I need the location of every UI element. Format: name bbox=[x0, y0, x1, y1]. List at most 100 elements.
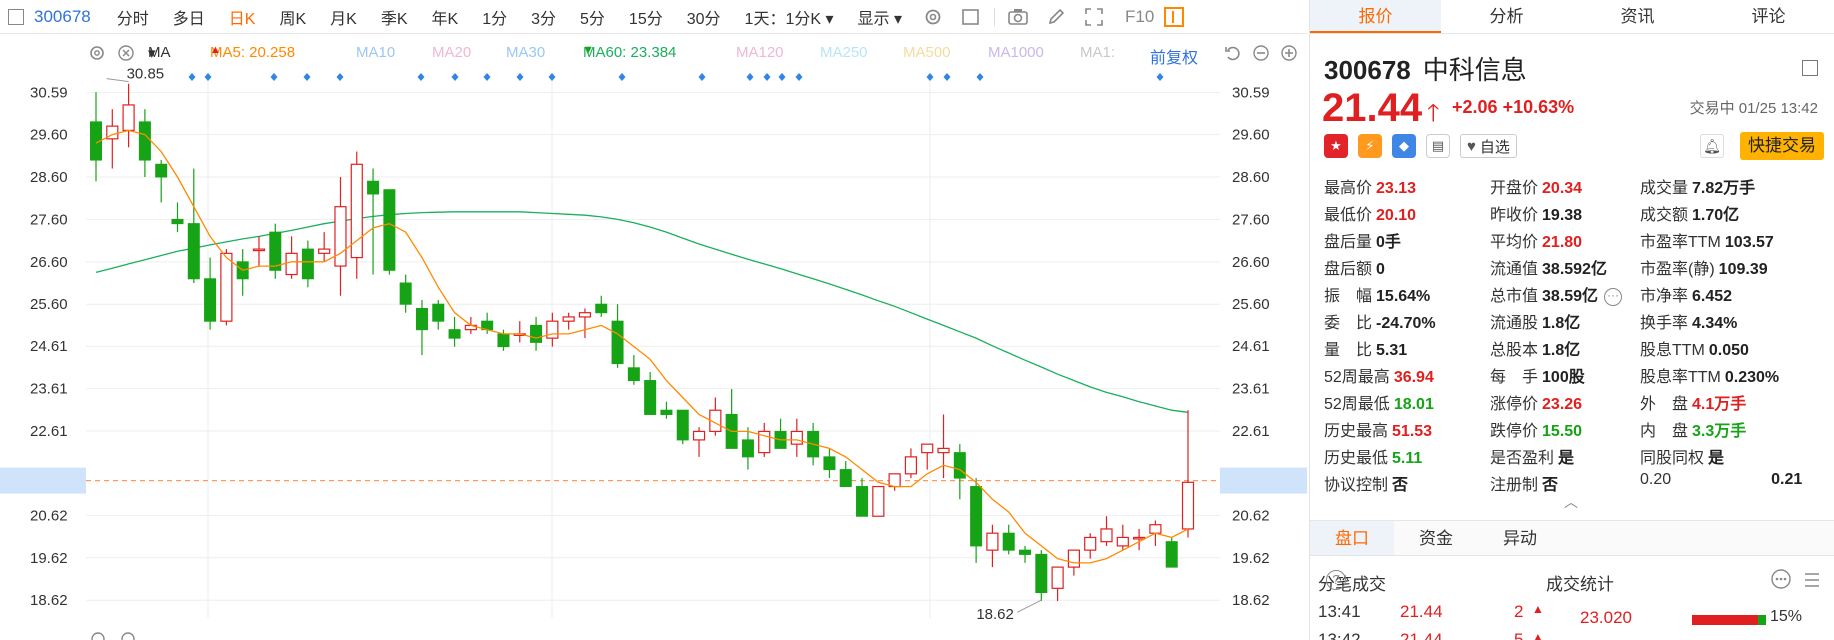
quote-cell: 跌停价 15.50 bbox=[1490, 417, 1582, 441]
china-flag-icon[interactable]: ★ bbox=[1324, 134, 1348, 158]
period-tab-5[interactable]: 季K bbox=[369, 5, 420, 29]
quote-label: 0.20 bbox=[1640, 471, 1672, 488]
candle-body bbox=[1019, 549, 1032, 555]
ma60-value: MA60: 23.384 bbox=[583, 44, 677, 61]
chevron-up-icon[interactable]: ︿ bbox=[1564, 492, 1578, 512]
ma10-label[interactable]: MA10 bbox=[356, 44, 395, 61]
ma120-label[interactable]: MA120 bbox=[736, 44, 784, 61]
zoom-out-icon[interactable] bbox=[1252, 44, 1270, 66]
quote-label: 市净率 bbox=[1640, 288, 1689, 305]
quote-label: 流通值 bbox=[1490, 261, 1539, 278]
draw-box-icon[interactable] bbox=[960, 6, 982, 28]
more-icon[interactable] bbox=[1770, 568, 1792, 595]
ma250-label[interactable]: MA250 bbox=[820, 44, 868, 61]
stats-price: 23.020 bbox=[1580, 608, 1632, 627]
quote-value: 7.82万手 bbox=[1692, 180, 1756, 197]
add-watchlist-button[interactable]: ♥ 自选 bbox=[1460, 134, 1517, 158]
ma-selector[interactable]: MA ▾ bbox=[148, 44, 171, 62]
kline-chart-canvas[interactable]: 30.59 30.59 29.60 29.60 28.60 28.60 27.60 27.60… bbox=[0, 35, 1307, 640]
sub-tab-0[interactable]: 盘口 bbox=[1310, 521, 1394, 555]
quote-label: 52周最低 bbox=[1324, 396, 1390, 413]
period-tab-3[interactable]: 周K bbox=[267, 5, 318, 29]
quote-label: 成交量 bbox=[1640, 180, 1689, 197]
period-tab-9[interactable]: 5分 bbox=[568, 5, 617, 29]
quote-cell: 52周最高 36.94 bbox=[1324, 363, 1434, 387]
period-tab-8[interactable]: 3分 bbox=[519, 5, 568, 29]
divider bbox=[994, 7, 996, 26]
panel-toggle-icon[interactable] bbox=[1164, 6, 1185, 27]
quote-value: 18.01 bbox=[1393, 396, 1434, 413]
quote-cell: 平均价 21.80 bbox=[1490, 228, 1582, 252]
ma20-label[interactable]: MA20 bbox=[432, 44, 471, 61]
quote-label: 最低价 bbox=[1324, 207, 1373, 224]
layout-icon[interactable] bbox=[1802, 60, 1818, 76]
quote-label: 52周最高 bbox=[1324, 369, 1390, 386]
quote-cell: 最高价 23.13 bbox=[1324, 174, 1416, 198]
period-tab-4[interactable]: 月K bbox=[318, 5, 369, 29]
quote-cell: 0.20 0.21 bbox=[1640, 471, 1802, 489]
lightning-icon[interactable]: ⚡ bbox=[1358, 134, 1382, 158]
quote-label: 振 幅 bbox=[1324, 288, 1373, 305]
undo-icon[interactable] bbox=[1224, 44, 1242, 66]
f10-button[interactable]: F10 bbox=[1125, 7, 1154, 27]
event-marker-icon bbox=[303, 73, 311, 81]
kline-chart[interactable]: 30.59 30.59 29.60 29.60 28.60 28.60 27.60 27.60… bbox=[0, 35, 1307, 640]
event-marker-icon bbox=[204, 73, 212, 81]
interval-label: 1天：1分K bbox=[744, 10, 822, 28]
quote-value: 1.8亿 bbox=[1542, 342, 1581, 359]
trading-status: 交易中 01/25 13:42 bbox=[1689, 100, 1818, 117]
candle-body bbox=[187, 223, 200, 280]
tab-3[interactable]: 评论 bbox=[1703, 0, 1834, 33]
period-tab-10[interactable]: 15分 bbox=[617, 5, 675, 29]
tab-1[interactable]: 分析 bbox=[1441, 0, 1572, 33]
pencil-icon[interactable] bbox=[1045, 6, 1067, 28]
fullscreen-icon[interactable] bbox=[1083, 6, 1105, 28]
adjust-selector[interactable]: 前复权 bbox=[1150, 44, 1198, 68]
interval-selector[interactable]: 1天：1分K ▾ bbox=[733, 5, 846, 29]
high-annotation: 30.85 bbox=[127, 66, 165, 83]
ma500-label[interactable]: MA500 bbox=[903, 44, 951, 61]
quote-label: 是否盈利 bbox=[1490, 450, 1555, 467]
tab-0[interactable]: 报价 bbox=[1310, 0, 1441, 33]
note-icon[interactable]: ▤ bbox=[1426, 134, 1450, 158]
candle-body bbox=[921, 443, 934, 454]
candle-body bbox=[627, 367, 640, 382]
quote-value: 20.34 bbox=[1542, 180, 1583, 197]
candle-body bbox=[839, 469, 852, 488]
quote-cell: 52周最低 18.01 bbox=[1324, 390, 1434, 414]
sub-tab-2[interactable]: 异动 bbox=[1478, 521, 1562, 555]
tab-2[interactable]: 资讯 bbox=[1572, 0, 1703, 33]
help-icon[interactable]: ? bbox=[1326, 570, 1346, 590]
quote-label: 跌停价 bbox=[1490, 423, 1539, 440]
period-tab-6[interactable]: 年K bbox=[420, 5, 471, 29]
sub-tab-1[interactable]: 资金 bbox=[1394, 521, 1478, 555]
display-selector[interactable]: 显示 ▾ bbox=[846, 5, 915, 29]
ma1000-label[interactable]: MA1000 bbox=[988, 44, 1044, 61]
more-icon[interactable]: ··· bbox=[1604, 287, 1623, 306]
stock-code[interactable]: 300678 bbox=[34, 7, 91, 27]
camera-icon[interactable] bbox=[1007, 6, 1029, 28]
quote-row: 最高价 23.13 开盘价 20.34 成交量 7.82万手 bbox=[1324, 174, 1832, 201]
period-tab-7[interactable]: 1分 bbox=[470, 5, 519, 29]
period-tab-1[interactable]: 多日 bbox=[161, 5, 217, 29]
candle-body bbox=[171, 218, 184, 225]
quick-trade-button[interactable]: 快捷交易 bbox=[1740, 132, 1824, 160]
zoom-in-icon[interactable] bbox=[1280, 44, 1298, 66]
quote-value: 36.94 bbox=[1393, 369, 1434, 386]
collapse-icon[interactable] bbox=[1802, 570, 1822, 595]
ma30-label[interactable]: MA30 bbox=[506, 44, 545, 61]
period-tab-2[interactable]: 日K bbox=[217, 5, 268, 29]
y-tick-label-right: 30.59 bbox=[1232, 85, 1270, 102]
candle-body bbox=[692, 430, 706, 441]
settings-icon[interactable] bbox=[88, 44, 106, 66]
tag-icon[interactable]: ◆ bbox=[1392, 134, 1416, 158]
period-tab-11[interactable]: 30分 bbox=[675, 5, 733, 29]
sidebar-toggle-icon[interactable] bbox=[8, 8, 24, 25]
bell-icon[interactable]: 🔔︎ bbox=[1700, 134, 1724, 158]
close-icon[interactable] bbox=[117, 44, 135, 66]
ma1-label[interactable]: MA1: bbox=[1080, 44, 1115, 61]
period-tab-0[interactable]: 分时 bbox=[105, 5, 161, 29]
y-tick-label-left: 24.61 bbox=[30, 338, 68, 355]
candle-body bbox=[904, 456, 918, 475]
settings-icon[interactable] bbox=[922, 6, 944, 28]
